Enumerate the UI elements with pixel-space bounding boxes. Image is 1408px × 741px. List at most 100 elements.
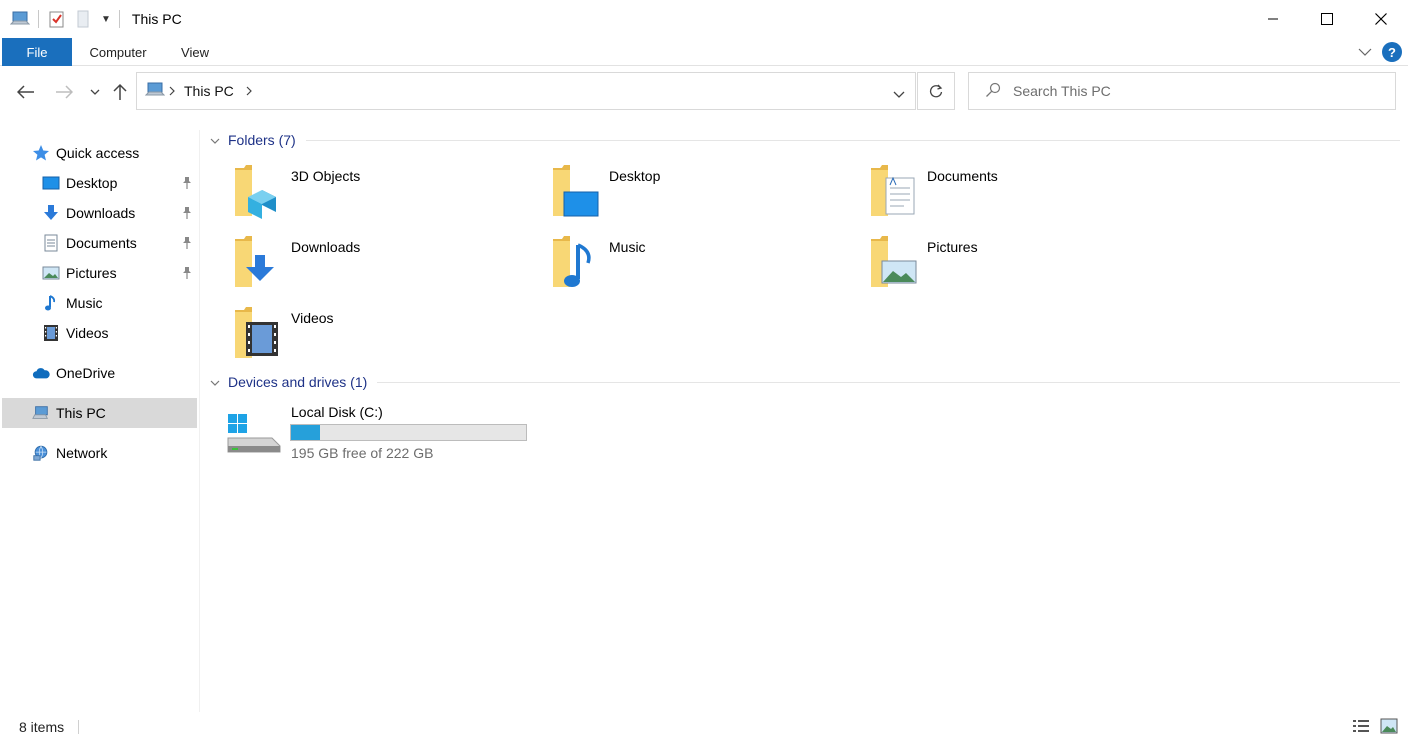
ribbon-controls: ? bbox=[1358, 42, 1402, 62]
view-switcher bbox=[1352, 718, 1398, 737]
folder-videos[interactable]: Videos bbox=[200, 306, 500, 370]
refresh-icon[interactable] bbox=[917, 72, 955, 110]
sidebar-item-label: Music bbox=[66, 295, 103, 311]
toolbar-separator bbox=[38, 10, 39, 28]
window-title: This PC bbox=[131, 11, 182, 27]
computer-icon[interactable] bbox=[10, 9, 30, 29]
3d-objects-folder-icon bbox=[235, 165, 276, 219]
minimize-icon[interactable] bbox=[1246, 0, 1300, 38]
back-arrow-icon[interactable] bbox=[14, 80, 38, 104]
folder-pictures[interactable]: Pictures bbox=[836, 235, 1136, 299]
address-bar[interactable]: This PC bbox=[136, 72, 916, 110]
sidebar-item-label: Videos bbox=[66, 325, 109, 341]
pin-icon[interactable] bbox=[181, 176, 193, 193]
folder-label: Documents bbox=[927, 168, 998, 184]
ribbon: File Computer View ? bbox=[0, 38, 1408, 66]
tab-computer[interactable]: Computer bbox=[80, 38, 156, 66]
sidebar-item-label: Desktop bbox=[66, 175, 118, 191]
chevron-right-icon[interactable] bbox=[169, 83, 176, 99]
large-icons-view-icon[interactable] bbox=[1380, 718, 1398, 737]
tab-view[interactable]: View bbox=[170, 38, 220, 66]
breadcrumb-this-pc[interactable]: This PC bbox=[184, 83, 234, 99]
status-separator bbox=[78, 719, 80, 734]
forward-arrow-icon[interactable] bbox=[52, 80, 76, 104]
downloads-folder-icon bbox=[235, 236, 274, 287]
group-title: Folders (7) bbox=[228, 132, 296, 148]
group-title: Devices and drives (1) bbox=[228, 374, 368, 390]
sidebar-item-videos[interactable]: Videos bbox=[2, 318, 197, 348]
folder-music[interactable]: Music bbox=[518, 235, 818, 299]
picture-icon bbox=[42, 264, 60, 282]
music-folder-icon bbox=[553, 236, 591, 287]
folder-label: Pictures bbox=[927, 239, 978, 255]
folder-label: 3D Objects bbox=[291, 168, 361, 184]
folder-documents[interactable]: Documents bbox=[836, 164, 1136, 228]
tab-file[interactable]: File bbox=[2, 38, 72, 66]
this-pc-icon bbox=[144, 81, 166, 102]
music-note-icon bbox=[42, 294, 60, 312]
quick-access-toolbar: ▼ This PC bbox=[0, 0, 182, 38]
new-folder-icon[interactable] bbox=[73, 9, 93, 29]
desktop-folder-icon bbox=[553, 165, 599, 217]
pin-icon[interactable] bbox=[181, 266, 193, 283]
sidebar-item-quick-access[interactable]: Quick access bbox=[2, 138, 197, 168]
navigation-pane: Quick access Desktop Downloads Documents bbox=[0, 130, 200, 712]
devices-group-header[interactable]: Devices and drives (1) bbox=[210, 372, 1400, 392]
folder-label: Desktop bbox=[609, 168, 661, 184]
chevron-down-icon[interactable] bbox=[210, 374, 220, 390]
close-icon[interactable] bbox=[1354, 0, 1408, 38]
sidebar-item-label: OneDrive bbox=[56, 365, 116, 381]
sidebar-item-label: Pictures bbox=[66, 265, 117, 281]
status-bar: 8 items bbox=[0, 712, 1408, 741]
drive-size-text: 195 GB free of 222 GB bbox=[291, 445, 434, 461]
network-icon bbox=[32, 444, 50, 462]
folder-label: Music bbox=[609, 239, 646, 255]
windows-drive-icon bbox=[227, 414, 281, 453]
chevron-down-icon[interactable] bbox=[210, 132, 220, 148]
sidebar-item-label: Quick access bbox=[56, 145, 140, 161]
sidebar-item-network[interactable]: Network bbox=[2, 438, 197, 468]
details-view-icon[interactable] bbox=[1352, 718, 1370, 737]
desktop-icon bbox=[42, 174, 60, 192]
chevron-right-icon[interactable] bbox=[246, 83, 253, 99]
film-icon bbox=[42, 324, 60, 342]
navigation-bar: This PC bbox=[0, 66, 1408, 118]
address-dropdown-icon[interactable] bbox=[893, 86, 905, 102]
folder-label: Videos bbox=[291, 310, 334, 326]
documents-folder-icon bbox=[871, 165, 915, 216]
pin-icon[interactable] bbox=[181, 236, 193, 253]
sidebar-item-downloads[interactable]: Downloads bbox=[2, 198, 197, 228]
customize-dropdown-icon[interactable]: ▼ bbox=[101, 14, 111, 25]
sidebar-item-onedrive[interactable]: OneDrive bbox=[2, 358, 197, 388]
sidebar-item-music[interactable]: Music bbox=[2, 288, 197, 318]
search-input[interactable] bbox=[1013, 83, 1373, 99]
pictures-folder-icon bbox=[871, 236, 917, 287]
sidebar-item-desktop[interactable]: Desktop bbox=[2, 168, 197, 198]
pin-icon[interactable] bbox=[181, 206, 193, 223]
up-arrow-icon[interactable] bbox=[108, 80, 132, 104]
folder-3d-objects[interactable]: 3D Objects bbox=[200, 164, 500, 228]
folder-label: Downloads bbox=[291, 239, 361, 255]
help-icon[interactable]: ? bbox=[1382, 42, 1402, 62]
sidebar-item-documents[interactable]: Documents bbox=[2, 228, 197, 258]
maximize-icon[interactable] bbox=[1300, 0, 1354, 38]
download-arrow-icon bbox=[42, 204, 60, 222]
drive-local-disk-c[interactable]: Local Disk (C:) 195 GB free of 222 GB bbox=[226, 402, 546, 472]
sidebar-item-label: Downloads bbox=[66, 205, 136, 221]
drive-usage-fill bbox=[291, 425, 320, 440]
properties-icon[interactable] bbox=[47, 9, 67, 29]
sidebar-item-label: Network bbox=[56, 445, 108, 461]
videos-folder-icon bbox=[235, 307, 278, 358]
folders-group-header[interactable]: Folders (7) bbox=[210, 130, 1400, 150]
recent-locations-icon[interactable] bbox=[83, 80, 107, 104]
sidebar-item-this-pc[interactable]: This PC bbox=[2, 398, 197, 428]
window-controls bbox=[1246, 0, 1408, 38]
group-divider bbox=[377, 381, 1400, 383]
expand-ribbon-icon[interactable] bbox=[1358, 44, 1372, 60]
folder-desktop[interactable]: Desktop bbox=[518, 164, 818, 228]
folder-downloads[interactable]: Downloads bbox=[200, 235, 500, 299]
search-box[interactable] bbox=[968, 72, 1396, 110]
sidebar-item-pictures[interactable]: Pictures bbox=[2, 258, 197, 288]
toolbar-separator bbox=[118, 10, 120, 28]
computer-icon bbox=[32, 404, 50, 422]
